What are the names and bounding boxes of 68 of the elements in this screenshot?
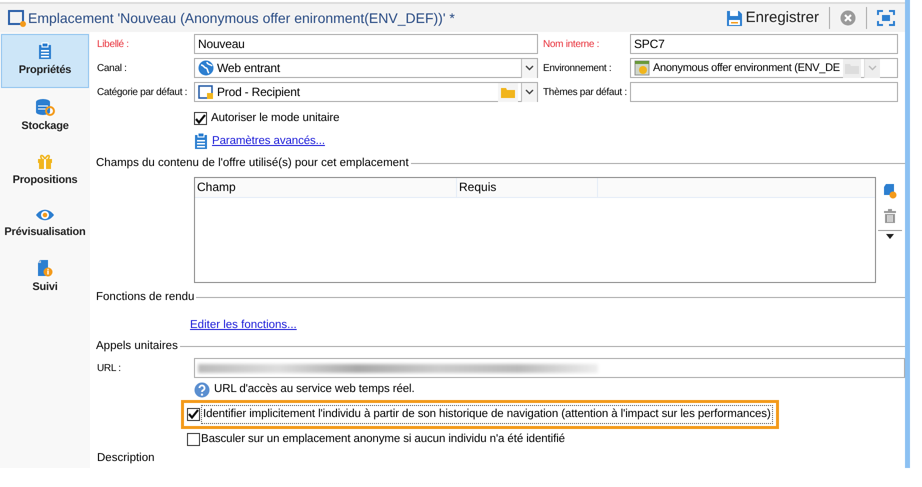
eye-icon [35, 208, 55, 222]
chevron-icon [525, 89, 534, 95]
sidebar-item[interactable]: Propriétés [1, 34, 89, 88]
field-label: URL : [97, 362, 122, 376]
chevron-icon [868, 65, 877, 71]
trash-icon [883, 208, 897, 224]
environment-icon [634, 60, 650, 76]
field-label: Nom interne : [543, 38, 600, 52]
database-sync-icon [35, 98, 55, 116]
column-header[interactable]: Champ [195, 178, 457, 196]
clipboard-icon [38, 42, 52, 60]
fullscreen-icon [877, 10, 895, 26]
dropdown-button[interactable] [521, 82, 537, 102]
add-button[interactable] [881, 182, 899, 198]
checkbox-label: Identifier implicitement l'individu à partir de son historique de navigation (attention à l'impact sur les performances) [201, 404, 773, 424]
field-label: Catégorie par défaut : [97, 86, 188, 100]
checkbox-label: Basculer sur un emplacement anonyme si aucun individu n'a été identifié [201, 432, 565, 447]
folder-button[interactable] [842, 58, 861, 78]
close-button[interactable] [838, 10, 858, 26]
combo-box[interactable]: Anonymous offer environment (ENV_DE [630, 58, 898, 78]
sidebar-item[interactable]: Prévisualisation [1, 200, 89, 249]
document-info-icon [37, 259, 53, 277]
combo-box[interactable]: Prod - Recipient [194, 82, 538, 102]
sidebar-item[interactable]: Propositions [1, 145, 89, 198]
combo-box[interactable]: Web entrant [194, 58, 538, 78]
section-title: Appels unitaires [96, 339, 178, 354]
text-field[interactable]: SPC7 [630, 34, 898, 54]
url-field[interactable] [194, 358, 905, 378]
checkbox[interactable] [187, 432, 200, 446]
document-add-icon [883, 182, 897, 198]
clipboard-icon [194, 132, 208, 150]
chevron-icon [525, 65, 534, 71]
window-title: Emplacement 'Nouveau (Anonymous offer enironment(ENV_DEF))' * [28, 8, 455, 28]
save-icon [726, 10, 743, 26]
section-title: Description [97, 451, 155, 466]
text-field[interactable] [630, 82, 898, 102]
section-title: Champs du contenu de l'offre utilisé(s) pour cet emplacement [96, 156, 409, 172]
checkbox[interactable] [187, 408, 200, 421]
field-label: Canal : [97, 62, 128, 76]
caret-icon [886, 234, 894, 238]
advanced-settings-link[interactable]: Paramètres avancés... [212, 132, 325, 150]
folder-icon [501, 86, 515, 98]
globe-icon [198, 60, 214, 76]
field-label: Environnement : [543, 62, 612, 76]
close-icon [840, 10, 856, 26]
column-header[interactable]: Requis [457, 178, 598, 196]
location-icon [8, 9, 26, 27]
hint-text: URL d'accès au service web temps réel. [214, 382, 415, 398]
checkbox-label: Autoriser le mode unitaire [211, 111, 340, 126]
sidebar-item[interactable]: Suivi [1, 251, 89, 304]
sidebar-item[interactable]: Stockage [1, 90, 89, 143]
text-field[interactable]: Nouveau [194, 34, 538, 54]
field-label: Thèmes par défaut : [543, 86, 628, 100]
section-title: Fonctions de rendu [96, 290, 194, 304]
dropdown-button[interactable] [521, 58, 537, 78]
check-icon [195, 114, 206, 124]
fullscreen-button[interactable] [875, 10, 897, 26]
help-icon [194, 382, 210, 398]
category-icon [198, 84, 214, 100]
delete-button[interactable] [881, 208, 899, 224]
save-button[interactable]: Enregistrer [724, 6, 821, 30]
checkbox[interactable] [194, 112, 207, 126]
field-label: Libellé : [97, 38, 130, 52]
gift-icon [37, 153, 53, 170]
edit-functions-link[interactable]: Editer les fonctions... [190, 318, 297, 331]
more-button[interactable] [884, 234, 896, 238]
check-icon [188, 409, 199, 420]
folder-icon [844, 62, 859, 74]
